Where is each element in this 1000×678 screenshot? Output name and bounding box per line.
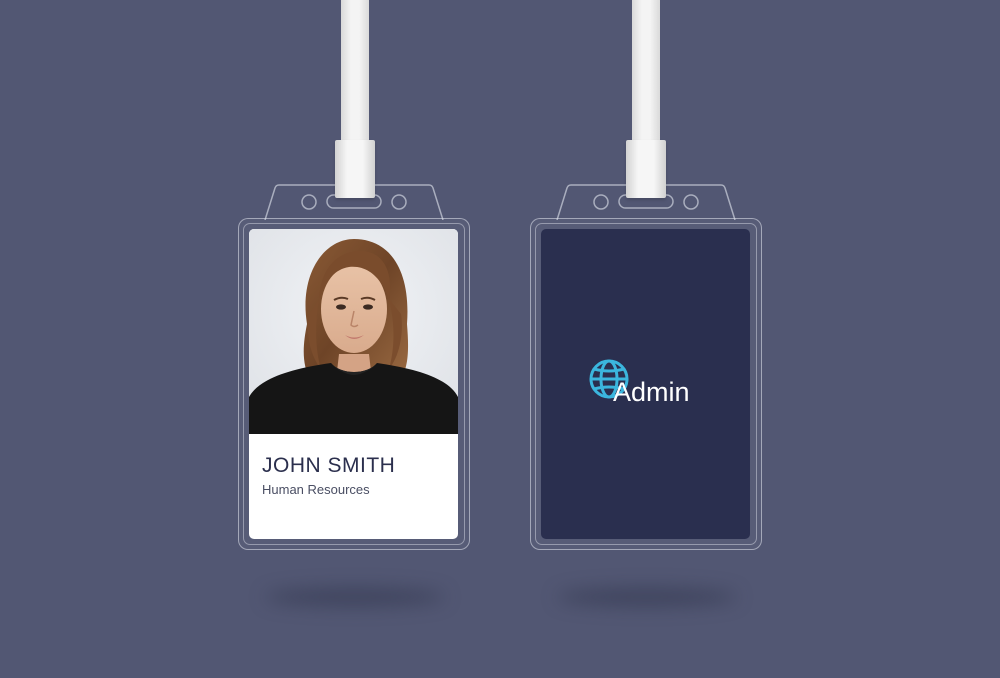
badge-shadow-left — [265, 588, 445, 606]
company-logo: Admin — [588, 357, 718, 407]
lanyard-strap-left — [341, 0, 369, 150]
lanyard-clip-left — [335, 140, 375, 198]
portrait-image — [249, 229, 458, 434]
lanyard-clip-right — [626, 140, 666, 198]
employee-name: JOHN SMITH — [262, 454, 396, 477]
badge-holder-front: JOHN SMITH Human Resources — [238, 184, 470, 550]
id-card-front: JOHN SMITH Human Resources — [249, 229, 458, 539]
logo-text: Admin — [613, 377, 690, 407]
employee-photo — [249, 229, 458, 434]
employee-department: Human Resources — [262, 482, 370, 497]
badge-shadow-right — [557, 588, 737, 606]
badge-mockup-scene: JOHN SMITH Human Resources Admin — [0, 0, 1000, 678]
lanyard-strap-right — [632, 0, 660, 150]
id-card-back: Admin — [541, 229, 750, 539]
badge-holder-back: Admin — [530, 184, 762, 550]
